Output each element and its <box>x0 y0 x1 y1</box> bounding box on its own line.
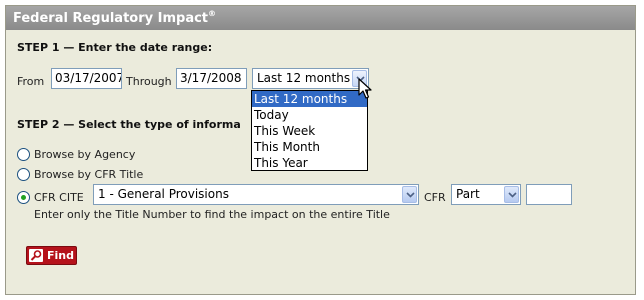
cfr-cite-label[interactable]: CFR CITE <box>34 191 84 204</box>
find-button-label: Find <box>47 249 74 262</box>
part-select[interactable]: Part <box>451 184 521 205</box>
cfr-title-select-value: 1 - General Provisions <box>98 187 229 201</box>
registered-mark: ® <box>208 9 217 18</box>
part-select-value: Part <box>456 187 480 201</box>
cfr-title-dropdown-button[interactable] <box>402 186 417 203</box>
find-button[interactable]: Find <box>26 246 77 265</box>
browse-by-cfr-title-radio[interactable] <box>17 168 30 181</box>
date-range-option[interactable]: This Year <box>252 155 367 171</box>
date-range-option[interactable]: This Month <box>252 139 367 155</box>
cfr-cite-radio[interactable] <box>17 191 30 204</box>
date-range-select-value: Last 12 months <box>257 71 351 85</box>
cfr-label: CFR <box>424 191 446 204</box>
from-date-input[interactable]: 03/17/2007 <box>51 68 122 89</box>
from-label: From <box>17 75 45 88</box>
cfr-cite-hint: Enter only the Title Number to find the … <box>34 208 390 221</box>
magnifier-icon <box>29 249 43 262</box>
step1-heading: STEP 1 — Enter the date range: <box>17 41 213 54</box>
chevron-down-icon <box>406 192 415 198</box>
part-dropdown-button[interactable] <box>504 186 519 203</box>
panel-title-text: Federal Regulatory Impact <box>13 11 209 26</box>
through-label: Through <box>126 75 172 88</box>
panel-title: Federal Regulatory Impact® <box>6 6 635 30</box>
browse-by-cfr-title-label[interactable]: Browse by CFR Title <box>34 168 143 181</box>
part-number-input[interactable] <box>526 184 572 205</box>
chevron-down-icon <box>508 192 517 198</box>
radio-selected-dot <box>21 195 26 200</box>
date-range-options-list[interactable]: Last 12 months Today This Week This Mont… <box>251 90 368 171</box>
date-range-option[interactable]: Last 12 months <box>252 91 367 107</box>
date-range-select[interactable]: Last 12 months <box>252 68 369 89</box>
date-range-option[interactable]: Today <box>252 107 367 123</box>
browse-by-agency-label[interactable]: Browse by Agency <box>34 148 135 161</box>
browse-by-agency-radio[interactable] <box>17 148 30 161</box>
through-date-input[interactable]: 3/17/2008 <box>176 68 247 89</box>
date-range-option[interactable]: This Week <box>252 123 367 139</box>
step2-heading: STEP 2 — Select the type of informa <box>17 118 241 131</box>
cfr-title-select[interactable]: 1 - General Provisions <box>93 184 419 205</box>
mouse-cursor-icon <box>358 78 372 99</box>
